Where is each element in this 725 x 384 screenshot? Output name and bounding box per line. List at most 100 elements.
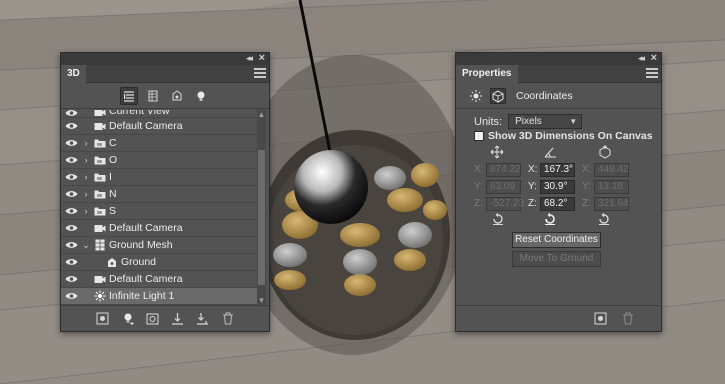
eye-icon[interactable] <box>61 139 81 147</box>
delete-icon[interactable] <box>221 312 235 326</box>
reset-rotation-icon[interactable] <box>543 212 557 226</box>
chevron-right-icon[interactable]: › <box>81 206 91 216</box>
eye-icon[interactable] <box>61 241 81 249</box>
layer-name: Default Camera <box>109 273 183 285</box>
rotation-z-label: Z: <box>528 198 537 209</box>
panel-topbar: ◂◂ × <box>61 52 269 65</box>
chevron-right-icon[interactable]: › <box>81 155 91 165</box>
layer-row[interactable]: Default Camera <box>61 118 258 135</box>
coordinates-icon[interactable] <box>490 87 506 104</box>
3d-panel: ◂◂ × 3D Current View Default Camera › C › O › I… <box>60 52 270 332</box>
scale-x-field[interactable]: 448.42 <box>594 163 629 177</box>
eye-icon[interactable] <box>61 110 81 117</box>
render-icon[interactable] <box>96 312 110 326</box>
layer-row[interactable]: Ground <box>61 254 258 271</box>
position-y-field[interactable]: 63.09 <box>486 180 521 194</box>
scale-z-label: Z: <box>582 198 591 209</box>
folder-icon <box>91 189 109 199</box>
chevron-right-icon[interactable]: › <box>81 189 91 199</box>
layer-row[interactable]: › N <box>61 186 258 203</box>
close-icon[interactable]: × <box>651 52 657 64</box>
tab-3d[interactable]: 3D <box>61 65 86 83</box>
rotation-x-field[interactable]: 167.3° <box>540 163 575 177</box>
tab-row: 3D <box>61 65 269 83</box>
eye-icon[interactable] <box>61 224 81 232</box>
layer-name: N <box>109 188 117 200</box>
panel-topbar: ◂◂ × <box>456 52 661 65</box>
rotation-z-field[interactable]: 68.2° <box>540 197 575 211</box>
show-dimensions-checkbox[interactable] <box>474 131 484 141</box>
chevron-down-icon: ▼ <box>569 117 578 126</box>
units-dropdown[interactable]: Pixels ▼ <box>508 114 583 129</box>
reset-scale-icon[interactable] <box>597 212 611 226</box>
layer-name: O <box>109 154 118 166</box>
panel-menu-icon[interactable] <box>646 68 658 78</box>
materials-filter-icon[interactable] <box>168 87 186 105</box>
eye-icon[interactable] <box>61 275 81 283</box>
layer-row[interactable]: › C <box>61 135 258 152</box>
layer-row[interactable]: Infinite Light 1 <box>61 288 258 305</box>
folder-icon <box>91 206 109 216</box>
rotation-angle-icon <box>544 147 556 158</box>
render-icon[interactable] <box>593 312 607 326</box>
lights-filter-icon[interactable] <box>192 87 210 105</box>
drop-to-ground-icon[interactable] <box>171 312 185 326</box>
eye-icon[interactable] <box>61 207 81 215</box>
mesh-filter-icon[interactable] <box>144 87 162 105</box>
eye-icon[interactable] <box>61 156 81 164</box>
scale-y-label: Y: <box>582 181 591 192</box>
folder-icon <box>91 172 109 182</box>
eye-icon[interactable] <box>61 190 81 198</box>
chevron-down-icon[interactable]: ⌄ <box>81 240 91 251</box>
scroll-thumb[interactable] <box>258 150 265 285</box>
position-z-field[interactable]: -527.23 <box>486 197 524 211</box>
layer-name: Infinite Light 1 <box>109 290 175 302</box>
move-to-ground-icon[interactable] <box>196 312 210 326</box>
panel-menu-icon[interactable] <box>254 68 266 78</box>
move-to-ground-button[interactable]: Move To Ground <box>512 251 601 267</box>
tab-properties[interactable]: Properties <box>456 65 518 83</box>
scroll-up-icon[interactable]: ▲ <box>257 110 266 120</box>
scale-y-field[interactable]: 13.18 <box>594 180 629 194</box>
rotation-y-field[interactable]: 30.9° <box>540 180 575 194</box>
reset-position-icon[interactable] <box>491 212 505 226</box>
collapse-icon[interactable]: ◂◂ <box>246 52 253 64</box>
position-x-label: X: <box>474 164 484 175</box>
layer-name: Ground Mesh <box>109 239 173 251</box>
scene-layer-list: Current View Default Camera › C › O › I › N › S Defa… <box>61 110 258 306</box>
layer-name: S <box>109 205 117 217</box>
layer-scrollbar[interactable]: ▲ ▼ <box>257 110 266 306</box>
scale-z-field[interactable]: 321.64 <box>594 197 629 211</box>
add-constraint-icon[interactable] <box>146 312 160 326</box>
layer-row[interactable]: Default Camera <box>61 271 258 288</box>
new-light-icon[interactable] <box>121 312 135 326</box>
close-icon[interactable]: × <box>259 52 265 64</box>
position-x-field[interactable]: 874.22 <box>486 163 521 177</box>
reset-coordinates-button[interactable]: Reset Coordinates <box>512 232 601 248</box>
eye-icon[interactable] <box>61 122 81 130</box>
show-dimensions-row: Show 3D Dimensions On Canvas <box>474 130 653 142</box>
tab-row: Properties <box>456 65 661 83</box>
scene-filter-icon[interactable] <box>120 86 138 105</box>
eye-icon[interactable] <box>61 173 81 181</box>
layer-row[interactable]: › I <box>61 169 258 186</box>
scale-x-label: X: <box>582 164 592 175</box>
layer-row[interactable]: Current View <box>61 110 258 118</box>
layer-name: I <box>109 171 112 183</box>
eye-icon[interactable] <box>61 258 81 266</box>
layer-row[interactable]: › S <box>61 203 258 220</box>
chevron-right-icon[interactable]: › <box>81 172 91 182</box>
layer-row[interactable]: ⌄ Ground Mesh <box>61 237 258 254</box>
position-icon <box>490 145 504 159</box>
delete-icon[interactable] <box>621 312 635 326</box>
layer-name: C <box>109 137 117 149</box>
light-properties-icon[interactable] <box>468 88 484 104</box>
layer-row[interactable]: Default Camera <box>61 220 258 237</box>
chevron-right-icon[interactable]: › <box>81 138 91 148</box>
light-icon <box>91 290 109 302</box>
camera-icon <box>91 275 109 284</box>
layer-row[interactable]: › O <box>61 152 258 169</box>
collapse-icon[interactable]: ◂◂ <box>638 52 645 64</box>
eye-icon[interactable] <box>61 292 81 300</box>
units-value: Pixels <box>515 116 542 127</box>
